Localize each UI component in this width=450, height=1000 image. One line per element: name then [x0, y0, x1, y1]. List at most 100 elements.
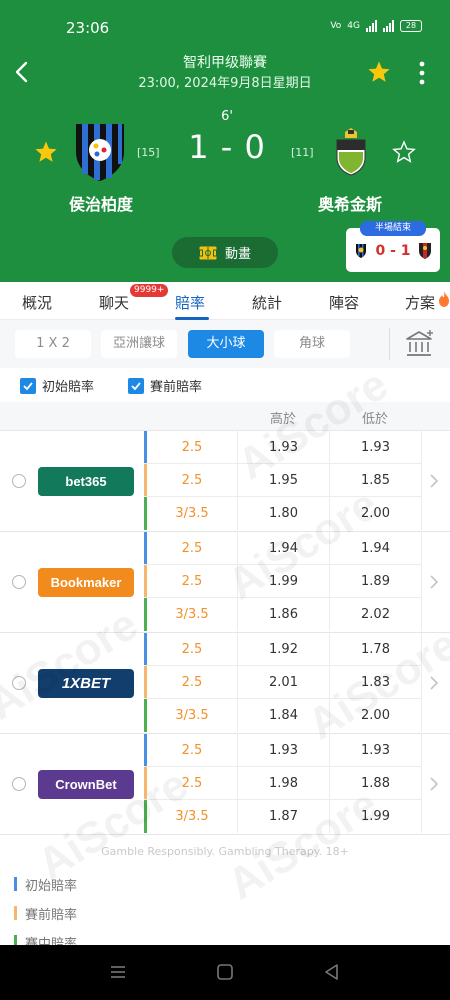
- under-odds: 1.83: [329, 666, 422, 699]
- over-odds: 1.95: [237, 464, 329, 497]
- line-value: 2.5: [181, 541, 203, 556]
- over-odds: 1.86: [237, 598, 329, 631]
- select-radio[interactable]: [12, 474, 26, 488]
- bet365-logo: bet365: [38, 467, 134, 496]
- favorite-star-icon[interactable]: [367, 60, 391, 84]
- line-value: 2.5: [181, 642, 203, 657]
- over-odds: 1.93: [237, 431, 329, 464]
- check-initial-odds[interactable]: 初始賠率: [20, 376, 94, 395]
- over-odds: 1.84: [237, 699, 329, 732]
- filter-asian-handicap[interactable]: 亞洲讓球: [101, 330, 177, 358]
- legend-initial-label: 初始賠率: [25, 878, 78, 894]
- checkbox-checked-icon[interactable]: [128, 377, 144, 394]
- 1xbet-logo: 1XBET: [38, 669, 134, 698]
- check-initial-label: 初始賠率: [42, 380, 95, 395]
- line-value: 3/3.5: [175, 809, 209, 824]
- half-time-away-logo: [419, 243, 431, 259]
- chevron-right-icon[interactable]: [428, 774, 440, 794]
- animation-button[interactable]: 動畫: [172, 237, 278, 268]
- home-team-logo[interactable]: [73, 122, 127, 182]
- select-radio[interactable]: [12, 777, 26, 791]
- odds-row-prematch: 2.5 2.01 1.83: [144, 666, 422, 699]
- odds-row-live: 3/3.5 1.87 1.99: [144, 800, 422, 833]
- under-odds: 2.02: [329, 598, 422, 631]
- header-under: 低於: [361, 412, 388, 427]
- away-favorite-star-icon[interactable]: [392, 140, 416, 164]
- filter-over-under[interactable]: 大小球: [188, 330, 264, 358]
- filter-1x2[interactable]: 1 X 2: [15, 330, 91, 358]
- status-icons: Vo 4G 28: [330, 20, 422, 32]
- line-value: 2.5: [181, 440, 203, 455]
- battery-icon: 28: [400, 20, 422, 32]
- header-over: 高於: [269, 412, 296, 427]
- match-header: 23:06 Vo 4G 28 智利甲级聯賽 23:00, 2024年9月8日星期…: [0, 0, 450, 282]
- odds-row-initial: 2.5 1.93 1.93: [144, 734, 422, 767]
- odds-row-initial: 2.5 1.93 1.93: [144, 431, 422, 464]
- fire-icon: [439, 291, 449, 307]
- over-odds: 1.94: [237, 532, 329, 565]
- section-tabs: 概況 聊天 賠率 統計 陣容 方案: [0, 282, 450, 320]
- home-favorite-star-icon[interactable]: [34, 140, 58, 164]
- home-team-name[interactable]: 侯治柏度: [58, 191, 144, 215]
- legend-initial: 初始賠率: [14, 876, 214, 894]
- home-square-icon[interactable]: [215, 962, 235, 982]
- bookmaker-row[interactable]: 1XBET 2.5 1.92 1.78 2.5 2.01 1.83 3/3.5 …: [0, 633, 450, 734]
- over-odds: 1.99: [237, 565, 329, 598]
- status-time: 23:06: [66, 19, 110, 37]
- signal-icon: [366, 20, 377, 32]
- under-odds: 2.00: [329, 497, 422, 530]
- half-time-card[interactable]: 半場結束 0 - 1: [346, 221, 440, 272]
- under-odds: 1.93: [329, 431, 422, 464]
- legend-prematch-label: 賽前賠率: [25, 907, 78, 923]
- line-value: 2.5: [181, 473, 203, 488]
- line-value: 3/3.5: [175, 708, 209, 723]
- bank-icon[interactable]: [404, 330, 434, 358]
- tab-overview[interactable]: 概況: [22, 292, 52, 313]
- menu-icon[interactable]: [108, 962, 128, 982]
- tab-chat[interactable]: 聊天: [99, 292, 129, 313]
- tab-lineup[interactable]: 陣容: [329, 292, 359, 313]
- checkbox-checked-icon[interactable]: [20, 377, 36, 394]
- tab-plans[interactable]: 方案: [405, 292, 435, 313]
- under-odds: 1.93: [329, 734, 422, 767]
- filter-corners[interactable]: 角球: [274, 330, 350, 358]
- match-minute: 6': [221, 109, 233, 124]
- odds-type-checks: 初始賠率 賽前賠率: [0, 368, 450, 402]
- crownbet-logo: CrownBet: [38, 770, 134, 799]
- more-menu-icon[interactable]: [414, 60, 430, 86]
- line-value: 2.5: [181, 743, 203, 758]
- chevron-right-icon[interactable]: [428, 673, 440, 693]
- check-prematch-odds[interactable]: 賽前賠率: [128, 376, 202, 395]
- bookmaker-row[interactable]: Bookmaker 2.5 1.94 1.94 2.5 1.99 1.89 3/…: [0, 532, 450, 633]
- under-odds: 1.94: [329, 532, 422, 565]
- away-team-name[interactable]: 奥希金斯: [308, 191, 392, 215]
- odds-row-prematch: 2.5 1.98 1.88: [144, 767, 422, 800]
- bookmaker-logo: Bookmaker: [38, 568, 134, 597]
- signal-icon-2: [383, 20, 394, 32]
- under-odds: 1.85: [329, 464, 422, 497]
- pitch-icon: [198, 246, 217, 259]
- bookmaker-row[interactable]: CrownBet 2.5 1.93 1.93 2.5 1.98 1.88 3/3…: [0, 734, 450, 835]
- over-odds: 1.87: [237, 800, 329, 833]
- system-nav-bar: [0, 945, 450, 1000]
- odds-row-initial: 2.5 1.92 1.78: [144, 633, 422, 666]
- select-radio[interactable]: [12, 676, 26, 690]
- back-triangle-icon[interactable]: [322, 962, 342, 982]
- network-type: 4G: [347, 21, 360, 31]
- away-team-logo[interactable]: [333, 128, 369, 176]
- line-value: 2.5: [181, 776, 203, 791]
- away-rank: [11]: [291, 146, 314, 159]
- chevron-right-icon[interactable]: [428, 471, 440, 491]
- over-odds: 1.93: [237, 734, 329, 767]
- under-odds: 1.89: [329, 565, 422, 598]
- odds-row-prematch: 2.5 1.95 1.85: [144, 464, 422, 497]
- chevron-right-icon[interactable]: [428, 572, 440, 592]
- line-value: 3/3.5: [175, 506, 209, 521]
- over-odds: 1.92: [237, 633, 329, 666]
- tab-stats[interactable]: 統計: [252, 292, 282, 313]
- tab-odds[interactable]: 賠率: [175, 292, 205, 313]
- select-radio[interactable]: [12, 575, 26, 589]
- bookmaker-row[interactable]: bet365 2.5 1.93 1.93 2.5 1.95 1.85 3/3.5…: [0, 431, 450, 532]
- match-score: 1 - 0: [188, 128, 266, 166]
- home-rank: [15]: [137, 146, 160, 159]
